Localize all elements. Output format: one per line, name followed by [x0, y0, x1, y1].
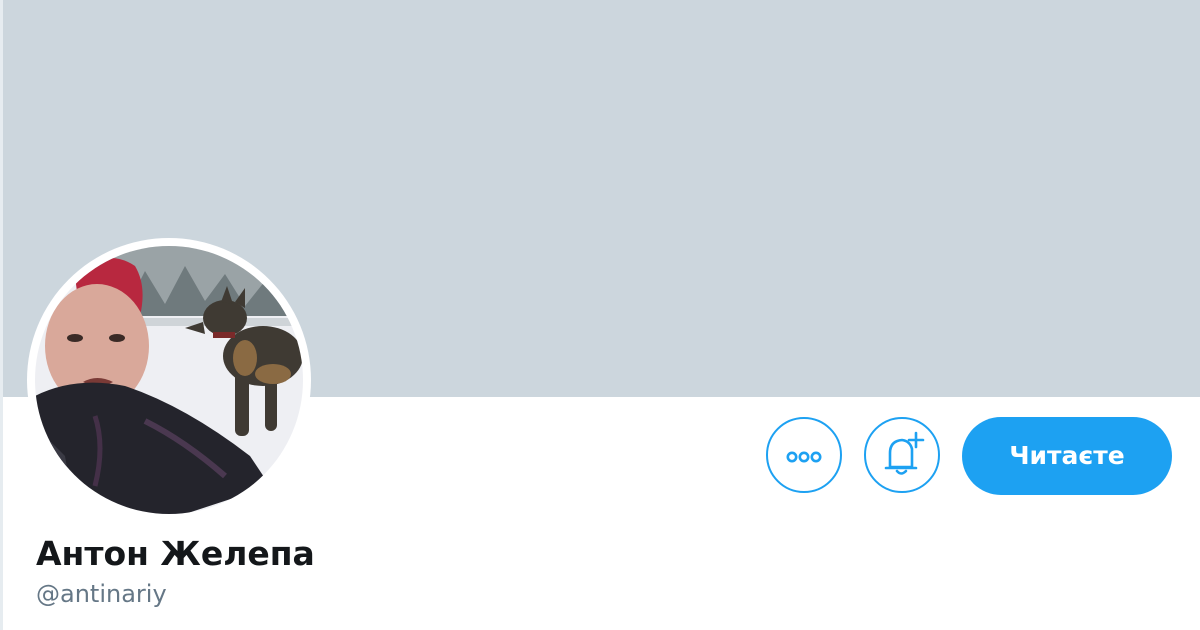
notifications-button[interactable] [864, 417, 940, 493]
avatar[interactable] [35, 246, 303, 514]
profile-display-name: Антон Желепа [36, 534, 315, 573]
profile-handle: @antinariy [36, 580, 167, 608]
avatar-photo [35, 246, 303, 514]
profile-header: Читаєте Антон Желепа @antinariy [0, 0, 1200, 630]
avatar-frame [27, 238, 311, 522]
more-button[interactable] [766, 417, 842, 493]
following-button[interactable]: Читаєте [962, 417, 1172, 495]
